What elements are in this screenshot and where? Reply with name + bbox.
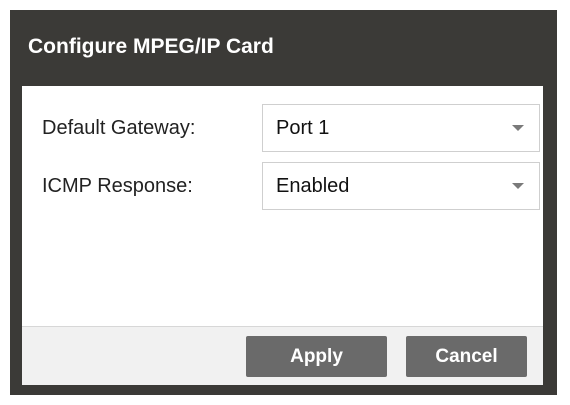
dialog-footer: Apply Cancel [22, 326, 543, 385]
apply-button[interactable]: Apply [246, 336, 387, 377]
chevron-down-icon[interactable] [512, 183, 524, 189]
default-gateway-row: Default Gateway: Port 1 [22, 104, 543, 152]
default-gateway-select[interactable]: Port 1 [262, 104, 540, 152]
configure-dialog: Configure MPEG/IP Card Default Gateway: … [10, 10, 557, 395]
dialog-content: Default Gateway: Port 1 ICMP Response: E… [22, 86, 543, 326]
icmp-response-row: ICMP Response: Enabled [22, 162, 543, 210]
default-gateway-label: Default Gateway: [42, 117, 196, 139]
dialog-titlebar: Configure MPEG/IP Card [10, 10, 557, 83]
default-gateway-value: Port 1 [276, 117, 330, 139]
icmp-response-value: Enabled [276, 175, 350, 197]
chevron-down-icon[interactable] [512, 125, 524, 131]
dialog-title: Configure MPEG/IP Card [28, 34, 274, 58]
cancel-button[interactable]: Cancel [406, 336, 527, 377]
icmp-response-label: ICMP Response: [42, 175, 193, 197]
icmp-response-select[interactable]: Enabled [262, 162, 540, 210]
